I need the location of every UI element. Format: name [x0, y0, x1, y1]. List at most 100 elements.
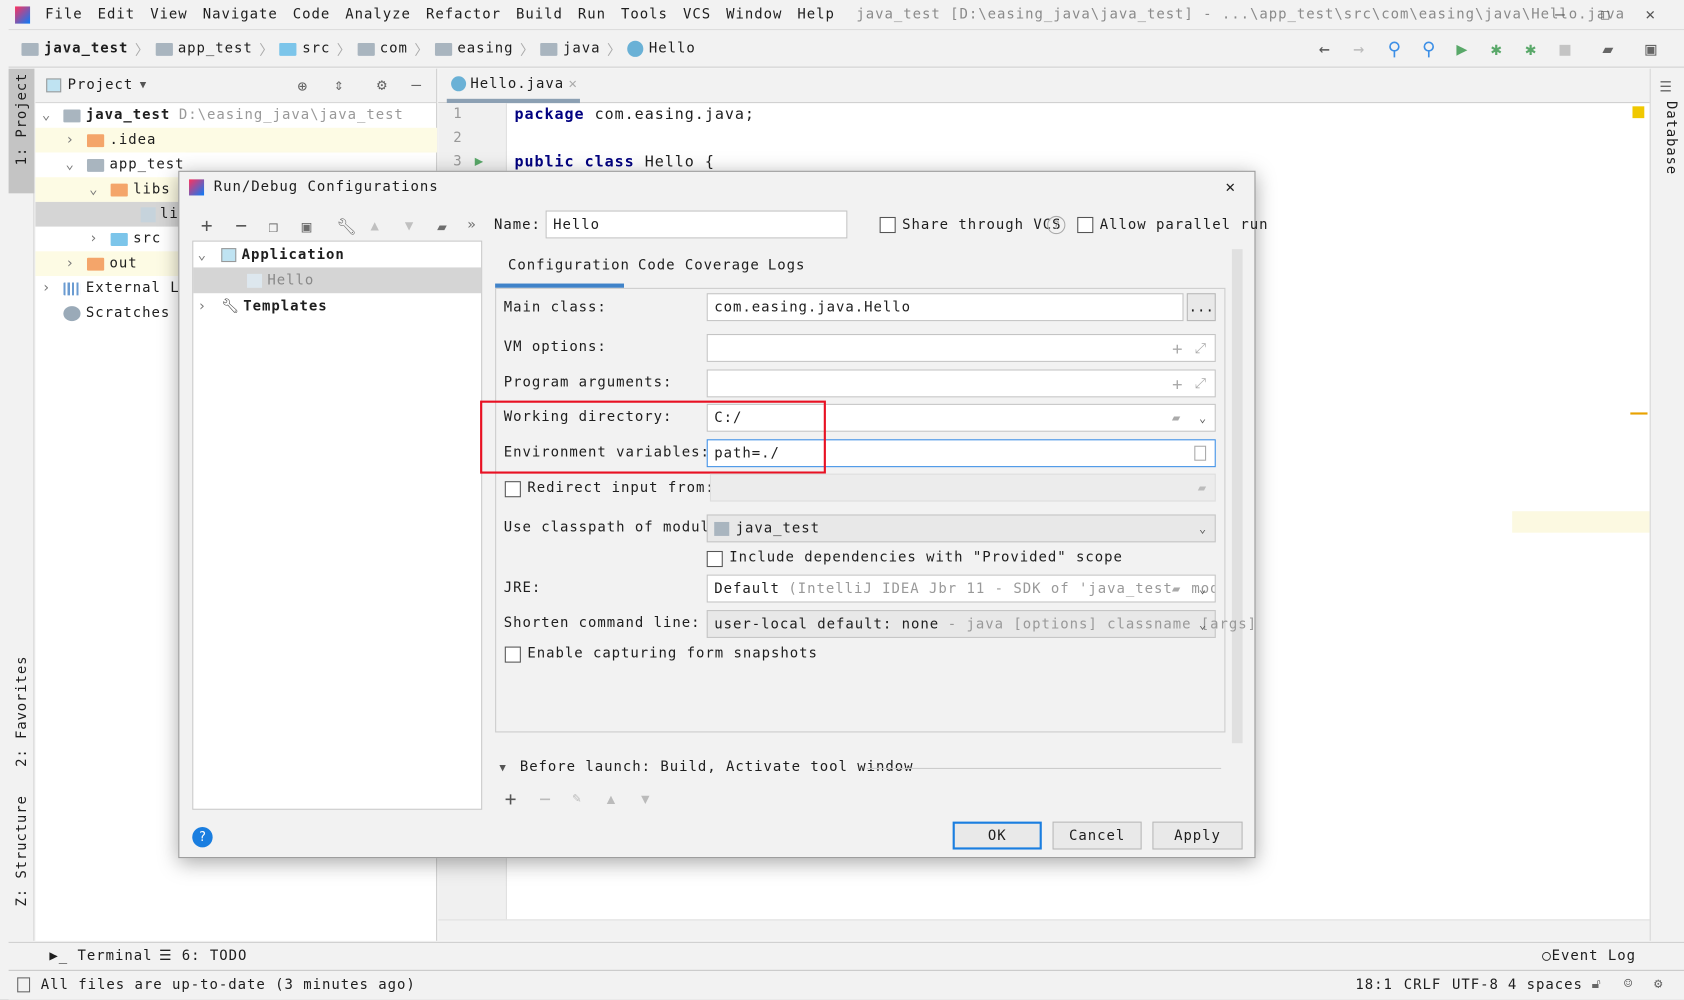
tab-logs[interactable]: Logs — [768, 258, 806, 274]
cancel-button[interactable]: Cancel — [1052, 821, 1142, 850]
stop-icon[interactable]: ■ — [1559, 39, 1570, 60]
add-configuration-icon[interactable]: + — [201, 215, 213, 238]
inspector-icon[interactable]: ☺ — [1624, 976, 1632, 992]
classpath-module-select[interactable]: java_test ⌄ — [706, 514, 1216, 543]
debug-icon[interactable]: ✱ — [1491, 39, 1502, 60]
toggle-tool-windows-icon[interactable] — [17, 977, 31, 993]
line-separator[interactable]: CRLF — [1404, 977, 1442, 993]
redirect-input-checkbox[interactable] — [504, 481, 521, 498]
structure-tool-button[interactable]: Z: Structure — [14, 795, 30, 906]
menu-help[interactable]: Help — [797, 6, 835, 22]
menu-build[interactable]: Build — [516, 6, 563, 22]
indent-setting[interactable]: 4 spaces — [1508, 977, 1583, 993]
chevron-down-icon[interactable]: ▼ — [140, 79, 146, 91]
caret-position[interactable]: 18:1 — [1355, 977, 1393, 993]
vm-options-input[interactable]: + ⤢ — [706, 334, 1216, 362]
tree-item-templates[interactable]: › 🔧︎ Templates — [193, 293, 481, 319]
close-dialog-icon[interactable]: ✕ — [1225, 177, 1235, 196]
tree-item-application[interactable]: ⌄ Application — [193, 242, 481, 268]
collapse-triangle-icon[interactable]: ▼ — [499, 763, 505, 775]
edit-env-icon[interactable] — [1194, 445, 1207, 461]
inspection-warning-icon[interactable] — [1632, 106, 1645, 119]
project-tool-button[interactable]: 1: Project — [8, 68, 35, 194]
folder-open-icon[interactable]: ▰ — [1172, 410, 1180, 426]
apply-button[interactable]: Apply — [1152, 821, 1243, 850]
move-down-icon[interactable]: ▼ — [405, 218, 413, 234]
code-line[interactable]: public class Hello { — [514, 154, 714, 171]
remove-task-icon[interactable]: − — [539, 788, 551, 811]
gear-icon[interactable]: ⚙ — [377, 75, 387, 94]
help-button[interactable]: ? — [192, 826, 213, 848]
forward-icon[interactable]: → — [1353, 39, 1364, 60]
error-stripe-mark[interactable] — [1630, 412, 1648, 415]
allow-parallel-checkbox[interactable] — [1077, 216, 1094, 234]
redirect-input-field[interactable]: ▰ — [709, 473, 1216, 502]
chevron-down-icon[interactable]: ⌄ — [1199, 411, 1206, 425]
minimize-icon[interactable]: — — [1555, 4, 1565, 23]
expand-icon[interactable]: ⤢ — [1195, 375, 1206, 391]
breadcrumb-hello[interactable]: Hello — [627, 40, 695, 57]
tree-item-hello[interactable]: Hello — [193, 267, 482, 294]
breadcrumb-app-test[interactable]: app_test 〉 — [155, 39, 273, 59]
tree-item-java-test[interactable]: ⌄ java_test D:\easing_java\java_test — [35, 103, 437, 128]
breadcrumb-easing[interactable]: easing 〉 — [434, 39, 534, 59]
tab-hello-java[interactable]: Hello.java ✕ — [446, 69, 580, 104]
find-usages-icon[interactable]: ⚲ — [1422, 39, 1435, 60]
tab-configuration[interactable]: Configuration — [508, 258, 630, 274]
chevron-down-icon[interactable]: ⌄ — [1199, 582, 1206, 596]
add-icon[interactable]: + — [1172, 373, 1182, 393]
menu-window[interactable]: Window — [726, 6, 782, 22]
menu-edit[interactable]: Edit — [98, 6, 136, 22]
edit-task-icon[interactable]: ✎ — [572, 790, 580, 806]
tree-item-idea[interactable]: › .idea — [35, 127, 438, 153]
terminal-tool-button[interactable]: ▶_ Terminal — [49, 948, 152, 964]
new-folder-icon[interactable]: ▰ — [437, 217, 447, 236]
expand-icon[interactable]: ⤢ — [1195, 340, 1206, 356]
menu-run[interactable]: Run — [578, 6, 606, 22]
more-icon[interactable]: » — [467, 217, 475, 233]
menu-vcs[interactable]: VCS — [683, 6, 711, 22]
close-window-icon[interactable]: ✕ — [1645, 4, 1655, 23]
breadcrumb-java[interactable]: java 〉 — [540, 39, 621, 59]
collapse-all-icon[interactable]: ⇕ — [334, 75, 344, 94]
breadcrumb-java-test[interactable]: java_test 〉 — [21, 39, 149, 59]
browse-main-class-button[interactable]: ... — [1186, 293, 1216, 322]
attach-debugger-icon[interactable]: ✱ — [1525, 39, 1536, 60]
add-task-icon[interactable]: + — [505, 788, 517, 811]
locate-icon[interactable]: ⊕ — [297, 76, 307, 95]
add-icon[interactable]: + — [1172, 338, 1182, 358]
run-gutter-icon[interactable]: ▶ — [475, 154, 483, 170]
jre-select[interactable]: Default (IntelliJ IDEA Jbr 11 - SDK of 'j… — [706, 574, 1216, 603]
favorites-tool-button[interactable]: 2: Favorites — [14, 656, 30, 767]
run-anything-icon[interactable]: ▣ — [1645, 39, 1656, 60]
project-structure-icon[interactable]: ▰ — [1602, 39, 1613, 60]
horizontal-scrollbar[interactable] — [438, 919, 1650, 941]
menu-file[interactable]: File — [45, 6, 83, 22]
menu-analyze[interactable]: Analyze — [345, 6, 411, 22]
search-icon[interactable]: ⚲ — [1388, 39, 1401, 60]
close-tab-icon[interactable]: ✕ — [568, 76, 576, 92]
move-task-up-icon[interactable]: ▲ — [607, 792, 615, 808]
include-dependencies-checkbox[interactable] — [706, 550, 723, 568]
breadcrumb-com[interactable]: com 〉 — [357, 39, 428, 59]
program-arguments-input[interactable]: + ⤢ — [706, 369, 1216, 398]
todo-tool-button[interactable]: ☰ 6: TODO — [159, 948, 247, 964]
back-icon[interactable]: ← — [1319, 39, 1330, 60]
move-task-down-icon[interactable]: ▼ — [641, 792, 649, 808]
menu-view[interactable]: View — [150, 6, 188, 22]
database-tool-button[interactable]: Database — [1663, 101, 1679, 175]
breadcrumb-src[interactable]: src 〉 — [279, 39, 351, 59]
help-icon[interactable]: ? — [1047, 215, 1066, 235]
dialog-scrollbar[interactable] — [1231, 249, 1243, 744]
folder-open-icon[interactable]: ▰ — [1198, 480, 1206, 496]
name-input[interactable]: Hello — [545, 210, 848, 239]
run-icon[interactable]: ▶ — [1456, 39, 1467, 60]
enable-snapshots-checkbox[interactable] — [504, 646, 521, 663]
main-class-input[interactable]: com.easing.java.Hello — [706, 293, 1184, 322]
remove-configuration-icon[interactable]: − — [235, 215, 247, 238]
menu-navigate[interactable]: Navigate — [203, 6, 278, 22]
lock-icon[interactable]: 🔓︎ — [1592, 976, 1601, 992]
wrench-icon[interactable]: 🔧︎ — [336, 217, 356, 236]
project-view-selector[interactable]: Project — [68, 77, 134, 93]
shorten-command-line-select[interactable]: user-local default: none - java [options]… — [706, 610, 1256, 638]
